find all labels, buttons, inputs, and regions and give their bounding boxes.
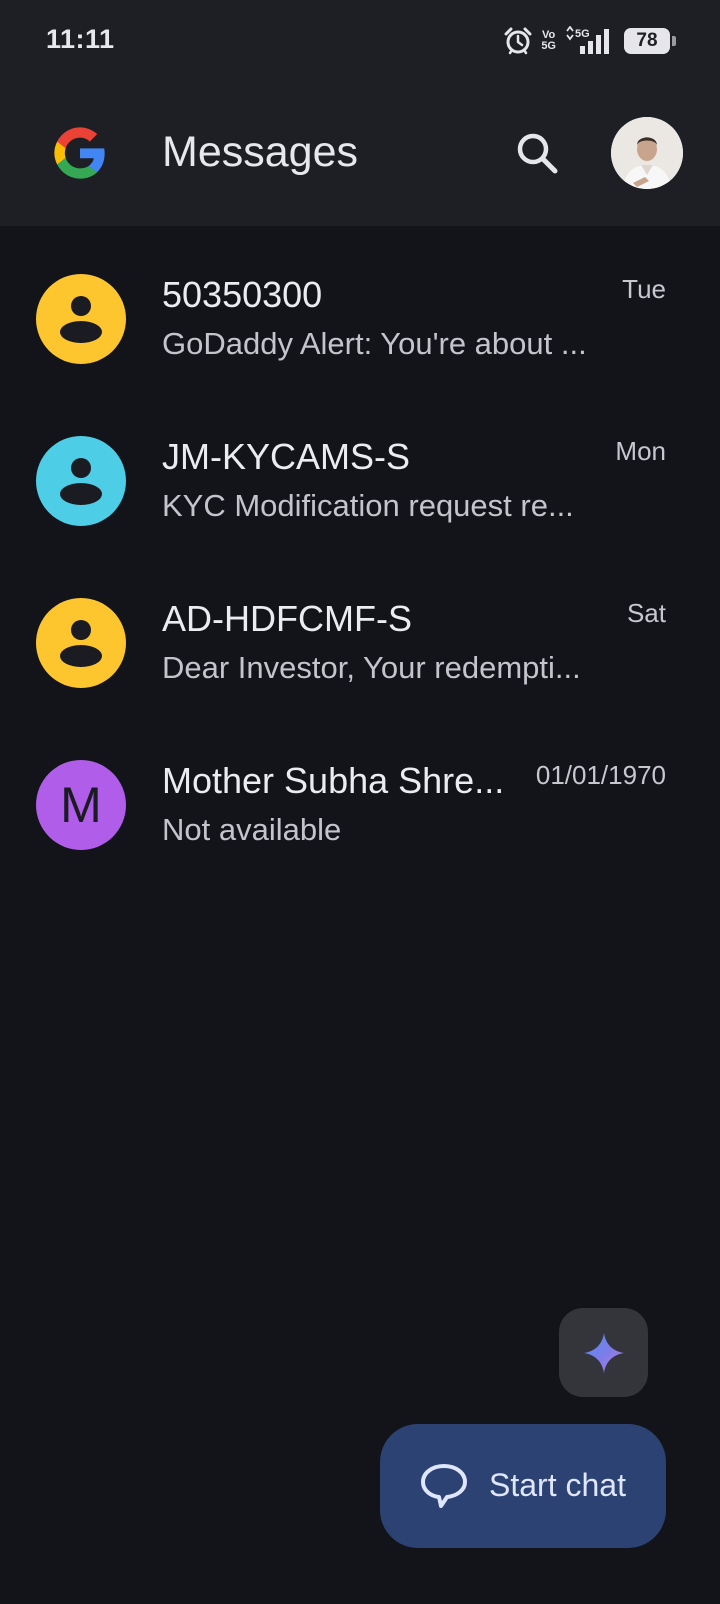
5g-signal-icon: 5G [566,26,609,54]
message-snippet: Dear Investor, Your redempti... [162,650,581,685]
alarm-icon [504,27,532,55]
search-icon[interactable] [512,128,562,178]
person-icon [60,296,102,343]
chat-bubble-icon [421,1464,467,1508]
contact-name: Mother Subha Shre... [162,760,505,801]
message-date: Tue [622,274,666,304]
profile-photo [611,117,683,189]
conversation-row[interactable]: M Mother Subha Shre... Not available 01/… [0,728,720,890]
google-g-logo [54,127,105,179]
gemini-sparkle-icon [583,1332,624,1373]
message-date: Mon [615,436,666,466]
contact-avatar [36,436,126,526]
volte-icon: Vo 5G [541,30,556,52]
page-title: Messages [162,128,358,176]
battery-level: 78 [636,30,658,51]
avatar-letter: M [60,777,102,833]
conversation-row[interactable]: 50350300 GoDaddy Alert: You're about ...… [0,242,720,404]
person-icon [60,458,102,505]
battery-icon: 78 [624,28,676,54]
conversation-row[interactable]: JM-KYCAMS-S KYC Modification request re.… [0,404,720,566]
conversation-list: 50350300 GoDaddy Alert: You're about ...… [0,242,720,890]
person-icon [60,620,102,667]
message-snippet: GoDaddy Alert: You're about ... [162,326,587,361]
contact-name: JM-KYCAMS-S [162,436,411,477]
message-snippet: Not available [162,812,342,847]
account-avatar[interactable] [611,117,683,189]
message-date: 01/01/1970 [535,760,666,790]
status-icons: Vo 5G 5G 78 [503,24,676,58]
start-chat-label: Start chat [489,1467,626,1503]
message-date: Sat [626,598,666,628]
contact-avatar [36,598,126,688]
contact-avatar: M [36,760,126,850]
message-snippet: KYC Modification request re... [162,488,574,523]
gemini-button[interactable] [559,1308,648,1397]
volte-bottom: 5G [541,40,556,52]
contact-name: AD-HDFCMF-S [162,598,412,639]
conversation-row[interactable]: AD-HDFCMF-S Dear Investor, Your redempti… [0,566,720,728]
start-chat-button[interactable]: Start chat [380,1424,666,1548]
status-bar: 11:11 Vo 5G 5G 78 [0,0,720,80]
contact-name: 50350300 [162,274,323,315]
app-bar: Messages [0,100,720,210]
status-time: 11:11 [46,24,115,54]
contact-avatar [36,274,126,364]
network-label: 5G [575,28,590,40]
